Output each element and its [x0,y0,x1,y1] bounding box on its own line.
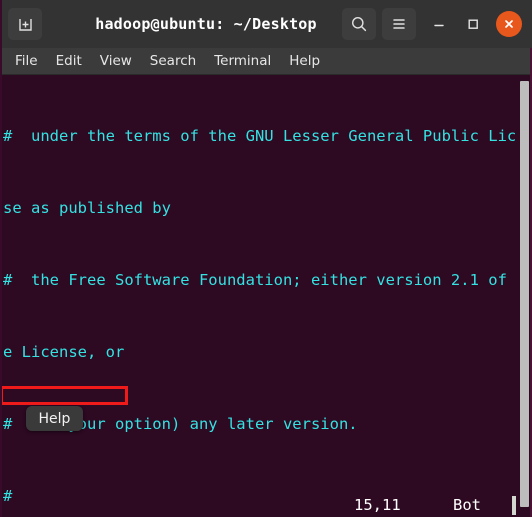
maximize-button[interactable] [456,8,490,40]
titlebar: hadoop@ubuntu: ~/Desktop [0,0,532,48]
help-tooltip: Help [26,406,83,431]
new-tab-icon [18,18,32,31]
cursor-position: 15,11 [354,496,401,514]
menu-item-view[interactable]: View [91,51,141,71]
close-button[interactable] [496,11,522,37]
search-icon [352,17,367,32]
maximize-icon [468,19,478,29]
terminal-line: se as published by [3,199,171,217]
scroll-state: Bot [453,496,481,514]
terminal-line: # under the terms of the GNU Lesser Gene… [3,127,532,145]
menu-item-edit[interactable]: Edit [47,51,91,71]
menu-item-file[interactable]: File [6,51,47,71]
scrollbar-thumb[interactable] [520,81,529,507]
search-button[interactable] [342,8,376,40]
terminal-line: # the Free Software Foundation; either v… [3,271,532,289]
terminal-window: hadoop@ubuntu: ~/Desktop File Edit View … [0,0,532,517]
hamburger-icon [393,19,405,29]
new-tab-button[interactable] [8,8,42,40]
menu-item-help[interactable]: Help [280,51,329,71]
vim-status-ruler: 15,11 Bot [0,493,532,517]
minimize-button[interactable] [422,8,456,40]
window-edge-left [0,0,2,517]
menubar: File Edit View Search Terminal Help [0,48,532,75]
terminal-line: e License, or [3,343,125,361]
terminal-text: # under the terms of the GNU Lesser Gene… [3,76,532,517]
minimize-icon [434,24,444,27]
hamburger-menu-button[interactable] [382,8,416,40]
window-title: hadoop@ubuntu: ~/Desktop [95,15,317,33]
menu-item-search[interactable]: Search [141,51,205,71]
menu-item-terminal[interactable]: Terminal [205,51,280,71]
close-icon [505,20,513,28]
terminal-body[interactable]: # under the terms of the GNU Lesser Gene… [0,75,532,517]
